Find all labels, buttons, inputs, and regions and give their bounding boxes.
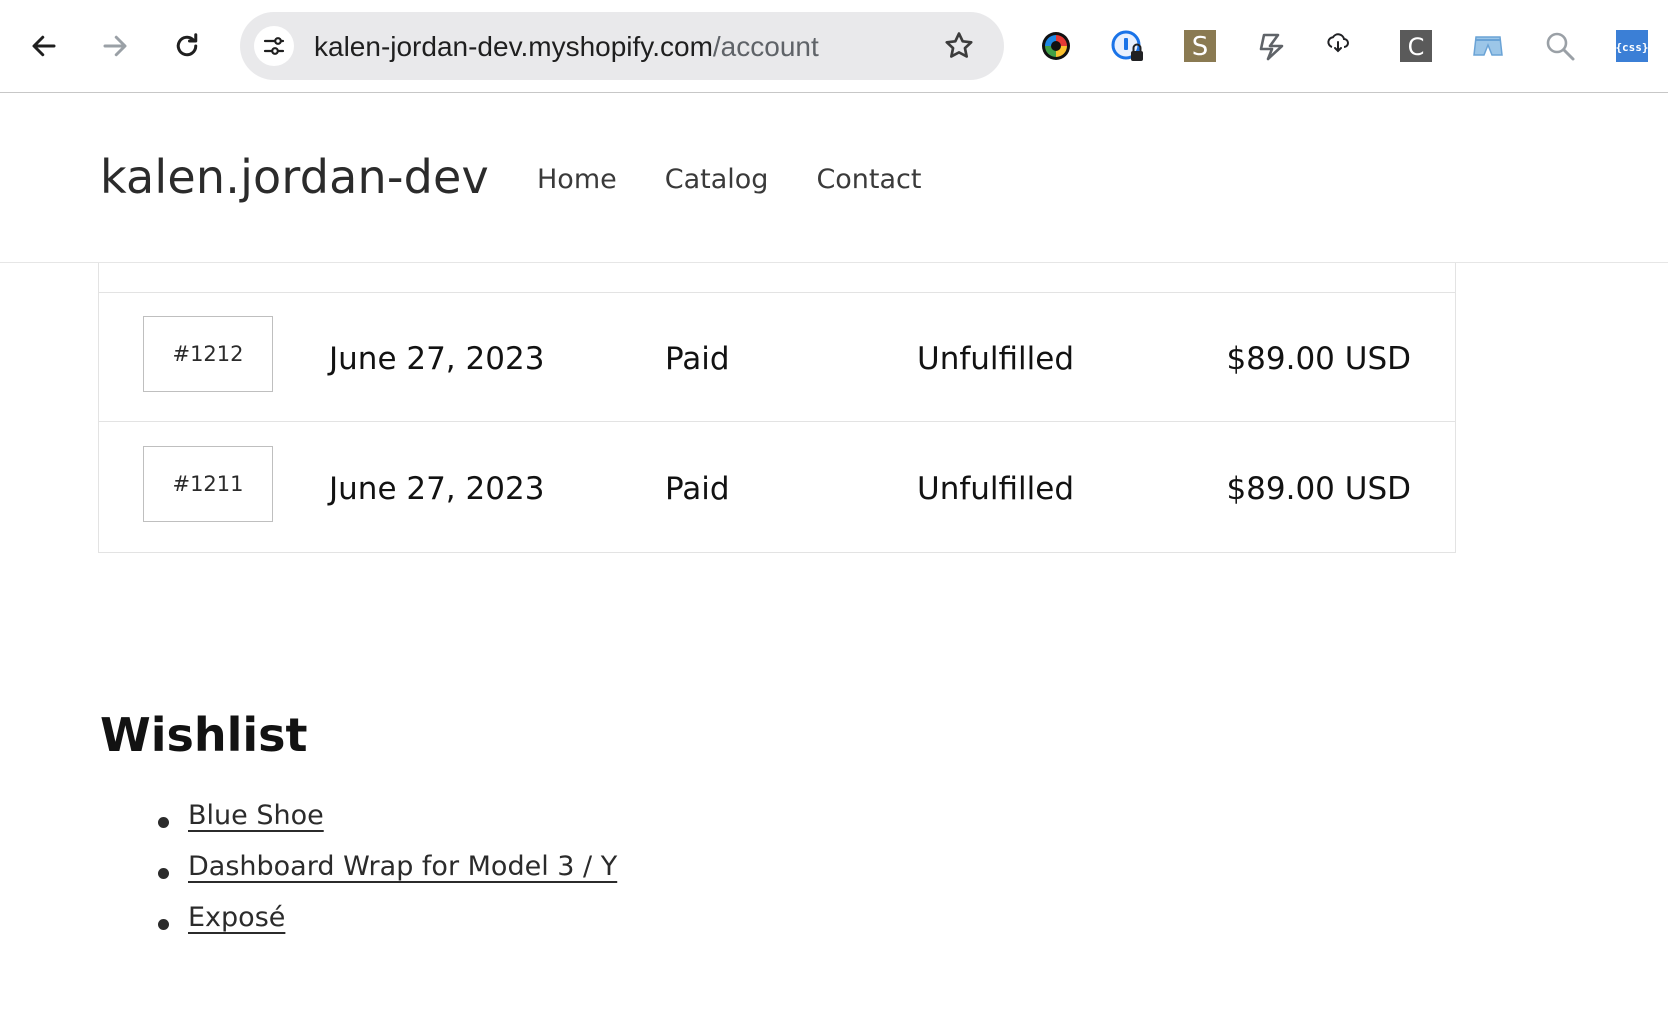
svg-text:C: C bbox=[1408, 33, 1425, 61]
forward-button[interactable] bbox=[91, 22, 139, 70]
search-icon bbox=[1546, 32, 1575, 61]
s-extension-icon: S bbox=[1184, 30, 1216, 62]
back-button[interactable] bbox=[20, 22, 68, 70]
css-extension[interactable]: {css} bbox=[1614, 28, 1650, 64]
menu-item-contact[interactable]: Contact bbox=[816, 164, 921, 195]
payment-status: Paid bbox=[665, 471, 730, 507]
table-row-partial bbox=[99, 263, 1455, 293]
wishlist-link-expose[interactable]: Exposé bbox=[188, 902, 285, 933]
cloud-download-icon bbox=[1327, 33, 1349, 53]
browser-toolbar: kalen-jordan-dev.myshopify.com/account S bbox=[0, 0, 1668, 93]
tune-icon bbox=[263, 37, 285, 55]
s-extension[interactable]: S bbox=[1182, 28, 1218, 64]
svg-text:{css}: {css} bbox=[1615, 41, 1648, 54]
fulfillment-status: Unfulfilled bbox=[917, 471, 1075, 507]
list-item: Exposé bbox=[156, 902, 617, 953]
order-number-button[interactable]: #1212 bbox=[143, 316, 273, 392]
password-lock-icon bbox=[1111, 30, 1143, 61]
reload-button[interactable] bbox=[163, 22, 211, 70]
c-extension-icon: C bbox=[1400, 30, 1432, 62]
url-text: kalen-jordan-dev.myshopify.com/account bbox=[314, 31, 819, 62]
color-wheel-extension[interactable] bbox=[1038, 28, 1074, 64]
arrow-right-icon bbox=[103, 35, 127, 57]
shorts-extension[interactable] bbox=[1470, 28, 1506, 64]
order-date: June 27, 2023 bbox=[329, 341, 545, 377]
table-row: #1211 June 27, 2023 Paid Unfulfilled $89… bbox=[99, 423, 1455, 552]
c-extension[interactable]: C bbox=[1398, 28, 1434, 64]
star-icon bbox=[945, 32, 973, 58]
fulfillment-status: Unfulfilled bbox=[917, 341, 1075, 377]
store-header: kalen.jordan-dev Home Catalog Contact bbox=[0, 94, 1668, 263]
table-row: #1212 June 27, 2023 Paid Unfulfilled $89… bbox=[99, 293, 1455, 422]
search-extension[interactable] bbox=[1542, 28, 1578, 64]
order-total: $89.00 USD bbox=[1226, 471, 1411, 507]
bolt-extension-icon bbox=[1259, 33, 1284, 61]
main-menu: Home Catalog Contact bbox=[537, 164, 969, 195]
shorts-extension-icon bbox=[1473, 36, 1503, 56]
color-wheel-icon bbox=[1042, 32, 1070, 60]
payment-status: Paid bbox=[665, 341, 730, 377]
password-extension[interactable] bbox=[1110, 28, 1146, 64]
menu-item-home[interactable]: Home bbox=[537, 164, 617, 195]
orders-table: #1212 June 27, 2023 Paid Unfulfilled $89… bbox=[98, 263, 1456, 553]
list-item: Blue Shoe bbox=[156, 800, 617, 851]
reload-icon bbox=[176, 33, 198, 57]
bookmark-star-button[interactable] bbox=[942, 29, 976, 63]
order-number-button[interactable]: #1211 bbox=[143, 446, 273, 522]
wishlist-title: Wishlist bbox=[100, 708, 308, 762]
wishlist-link-dashboard-wrap[interactable]: Dashboard Wrap for Model 3 / Y bbox=[188, 851, 617, 882]
wishlist-link-blue-shoe[interactable]: Blue Shoe bbox=[188, 800, 324, 831]
order-date: June 27, 2023 bbox=[329, 471, 545, 507]
wishlist: Blue Shoe Dashboard Wrap for Model 3 / Y… bbox=[156, 800, 617, 953]
store-logo[interactable]: kalen.jordan-dev bbox=[100, 150, 489, 204]
cloud-extension[interactable] bbox=[1320, 28, 1356, 64]
bolt-extension[interactable] bbox=[1254, 28, 1290, 64]
svg-text:S: S bbox=[1192, 32, 1209, 62]
css-extension-icon: {css} bbox=[1615, 30, 1649, 62]
arrow-left-icon bbox=[32, 35, 56, 57]
order-total: $89.00 USD bbox=[1226, 341, 1411, 377]
address-bar[interactable]: kalen-jordan-dev.myshopify.com/account bbox=[240, 12, 1004, 80]
site-info-button[interactable] bbox=[254, 26, 294, 66]
list-item: Dashboard Wrap for Model 3 / Y bbox=[156, 851, 617, 902]
menu-item-catalog[interactable]: Catalog bbox=[665, 164, 769, 195]
